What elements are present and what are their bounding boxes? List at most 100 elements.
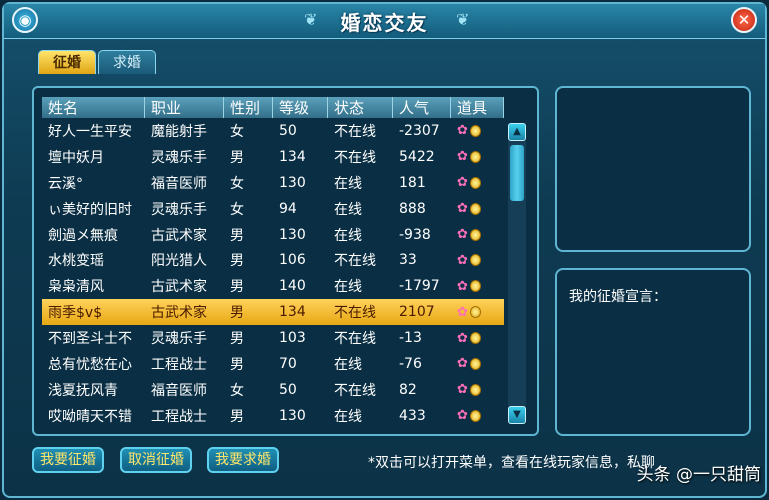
table-row[interactable]: 水桃变瑶 阳光猎人 男 106 不在线 33 ✿ — [42, 247, 504, 273]
tab-proposal[interactable]: 求婚 — [98, 50, 156, 74]
flower-icon[interactable]: ✿ — [457, 150, 468, 163]
table-row[interactable]: 壇中妖月 灵魂乐手 男 134 不在线 5422 ✿ — [42, 144, 504, 170]
cell-tools: ✿ — [451, 273, 504, 299]
cell-level: 94 — [279, 200, 297, 217]
table-header: 姓名 职业 性别 等级 状态 人气 道具 — [42, 97, 504, 118]
table-row[interactable]: 雨季$v$ 古武术家男 134 不在线 2107 ✿ — [42, 299, 504, 326]
cell-gender: 男 — [230, 331, 244, 348]
column-job[interactable]: 职业 — [144, 97, 224, 118]
cell-level: 106 — [279, 252, 306, 269]
column-level[interactable]: 等级 — [272, 97, 328, 118]
flower-icon[interactable]: ✿ — [457, 306, 468, 319]
cell-level: 70 — [279, 355, 297, 372]
column-gender[interactable]: 性别 — [223, 97, 273, 118]
flower-icon[interactable]: ✿ — [457, 254, 468, 267]
cell-popularity: -76 — [399, 355, 422, 372]
cell-popularity: 2107 — [392, 299, 451, 326]
player-portrait-box — [555, 86, 751, 252]
table-row[interactable]: 好人一生平安 魔能射手 女 50 不在线 -2307 ✿ — [42, 118, 504, 144]
cell-gender: 男 — [230, 253, 244, 270]
cell-status: 在线 — [334, 408, 362, 425]
cell-level: 50 — [279, 381, 297, 398]
cell-level: 130 — [279, 174, 306, 191]
cell-status: 不在线 — [334, 253, 376, 270]
cell-job: 古武术家 — [151, 279, 207, 296]
hint-text: *双击可以打开菜单，查看在线玩家信息，私聊 — [368, 455, 655, 471]
cell-popularity: 888 — [399, 200, 426, 217]
cell-popularity: -938 — [399, 226, 431, 243]
player-list-panel: 姓名 职业 性别 等级 状态 人气 道具 好人一生平安 魔能射手女 50 不在线 -23… — [32, 86, 539, 436]
cell-status: 在线 — [334, 356, 362, 373]
cell-popularity: 33 — [399, 252, 417, 269]
table-row[interactable]: ぃ美好的旧时 灵魂乐手 女 94 在线 888 ✿ — [42, 196, 504, 222]
coin-icon[interactable] — [470, 150, 481, 163]
cell-job: 阳光猎人 — [151, 253, 207, 270]
flower-icon[interactable]: ✿ — [457, 383, 468, 396]
table-row[interactable]: 哎呦晴天不错 工程战士 男 130 在线 433 ✿ — [42, 403, 504, 429]
cell-level: 50 — [279, 122, 297, 139]
coin-icon[interactable] — [470, 254, 481, 267]
cancel-marriage-button[interactable]: 取消征婚 — [120, 447, 192, 473]
column-popularity[interactable]: 人气 — [392, 97, 451, 118]
coin-icon[interactable] — [470, 332, 481, 345]
flower-icon[interactable]: ✿ — [457, 280, 468, 293]
scroll-down-icon[interactable]: ▼ — [508, 406, 526, 424]
table-row[interactable]: 云溪° 福音医师 女 130 在线 181 ✿ — [42, 170, 504, 196]
column-status[interactable]: 状态 — [327, 97, 393, 118]
cell-gender: 男 — [230, 279, 244, 296]
scroll-up-icon[interactable]: ▲ — [508, 123, 526, 141]
flower-icon[interactable]: ✿ — [457, 202, 468, 215]
cell-level: 134 — [272, 299, 328, 326]
coin-icon[interactable] — [470, 228, 481, 241]
cell-tools: ✿ — [451, 377, 504, 403]
coin-icon[interactable] — [470, 409, 481, 422]
flower-icon[interactable]: ✿ — [457, 409, 468, 422]
propose-button[interactable]: 我要求婚 — [207, 447, 279, 473]
table-row[interactable]: 不到圣斗士不 灵魂乐手 男 103 不在线 -13 ✿ — [42, 325, 504, 351]
cell-job: 工程战士 — [151, 408, 207, 425]
table-row[interactable]: 枭枭清风 古武术家 男 140 在线 -1797 ✿ — [42, 273, 504, 299]
coin-icon[interactable] — [470, 280, 481, 293]
title-ornament-right-icon: ❦ — [456, 10, 470, 29]
coin-icon[interactable] — [470, 202, 481, 215]
cell-tools: ✿ — [451, 118, 504, 144]
cell-job: 福音医师 — [151, 382, 207, 399]
apply-marriage-button[interactable]: 我要征婚 — [32, 447, 104, 473]
cell-level: 130 — [279, 226, 306, 243]
coin-icon[interactable] — [470, 357, 481, 370]
table-row[interactable]: 总有忧愁在心 工程战士 男 70 在线 -76 ✿ — [42, 351, 504, 377]
cell-gender: 男 — [230, 227, 244, 244]
flower-icon[interactable]: ✿ — [457, 228, 468, 241]
cell-job: 灵魂乐手 — [151, 149, 207, 166]
list-scrollbar[interactable]: ▲ ▼ — [508, 123, 526, 424]
tab-marriage-ad[interactable]: 征婚 — [38, 50, 96, 74]
cell-status: 不在线 — [327, 299, 393, 326]
cell-status: 在线 — [334, 175, 362, 192]
close-icon[interactable]: ✕ — [731, 7, 757, 33]
cell-name: 枭枭清风 — [48, 279, 104, 296]
coin-icon[interactable] — [470, 176, 481, 189]
declaration-label: 我的征婚宣言： — [569, 289, 667, 305]
cell-status: 在线 — [334, 279, 362, 296]
column-name[interactable]: 姓名 — [42, 97, 145, 118]
coin-icon[interactable] — [470, 124, 481, 137]
flower-icon[interactable]: ✿ — [457, 357, 468, 370]
flower-icon[interactable]: ✿ — [457, 124, 468, 137]
cell-gender: 男 — [223, 299, 273, 326]
column-tools[interactable]: 道具 — [450, 97, 504, 118]
cell-gender: 男 — [230, 408, 244, 425]
table-row[interactable]: 浅夏抚风青 福音医师 女 50 不在线 82 ✿ — [42, 377, 504, 403]
cell-tools: ✿ — [451, 403, 504, 429]
table-row[interactable]: 劍過メ無痕 古武术家 男 130 在线 -938 ✿ — [42, 222, 504, 248]
cell-tools: ✿ — [451, 170, 504, 196]
scroll-thumb[interactable] — [510, 145, 524, 201]
cell-tools: ✿ — [451, 196, 504, 222]
coin-icon[interactable] — [470, 383, 481, 396]
flower-icon[interactable]: ✿ — [457, 332, 468, 345]
coin-icon[interactable] — [470, 306, 481, 319]
cell-job: 福音医师 — [151, 175, 207, 192]
declaration-box[interactable]: 我的征婚宣言： — [555, 268, 751, 436]
cell-name: 雨季$v$ — [42, 299, 145, 326]
cell-gender: 男 — [230, 356, 244, 373]
flower-icon[interactable]: ✿ — [457, 176, 468, 189]
